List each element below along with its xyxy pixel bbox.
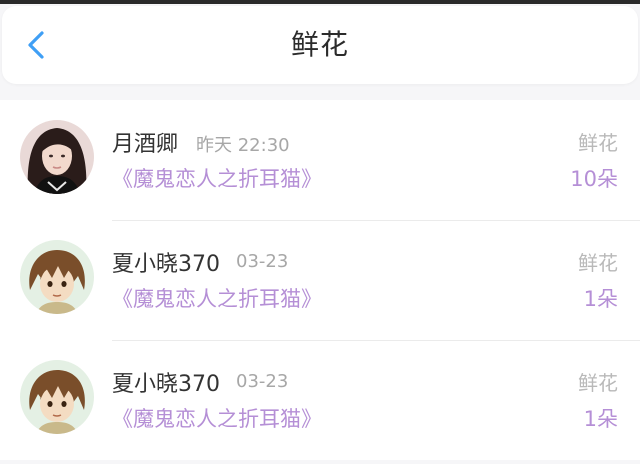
status-bar-edge (0, 0, 640, 4)
user-name[interactable]: 月酒卿 (112, 126, 178, 158)
gift-type-label: 鲜花 (578, 251, 618, 275)
list-item[interactable]: 夏小晓370 03-23 《魔鬼恋人之折耳猫》 鲜花 1朵 (0, 220, 640, 340)
list-item[interactable]: 夏小晓370 03-23 《魔鬼恋人之折耳猫》 鲜花 1朵 (0, 340, 640, 460)
user-avatar-anime-icon (20, 360, 94, 434)
page-title: 鲜花 (290, 28, 349, 61)
gift-count: 1朵 (583, 287, 618, 311)
timestamp: 昨天 22:30 (196, 135, 290, 156)
user-avatar-photo-icon (20, 120, 94, 194)
book-title-link[interactable]: 《魔鬼恋人之折耳猫》 (112, 163, 322, 193)
gift-type-label: 鲜花 (578, 371, 618, 395)
gift-count: 1朵 (583, 407, 618, 431)
timestamp: 03-23 (236, 371, 289, 392)
user-avatar[interactable] (20, 120, 94, 194)
book-title-link[interactable]: 《魔鬼恋人之折耳猫》 (112, 283, 322, 313)
user-avatar-anime-icon (20, 240, 94, 314)
user-avatar[interactable] (20, 360, 94, 434)
gift-type-label: 鲜花 (578, 131, 618, 155)
nav-header: 鲜花 (2, 6, 638, 84)
gift-count: 10朵 (570, 167, 618, 191)
user-avatar[interactable] (20, 240, 94, 314)
user-name[interactable]: 夏小晓370 (112, 366, 220, 398)
user-name[interactable]: 夏小晓370 (112, 246, 220, 278)
book-title-link[interactable]: 《魔鬼恋人之折耳猫》 (112, 403, 322, 433)
flower-gift-list: 月酒卿 昨天 22:30 《魔鬼恋人之折耳猫》 鲜花 10朵 夏小晓370 03… (0, 100, 640, 460)
timestamp: 03-23 (236, 251, 289, 272)
list-item[interactable]: 月酒卿 昨天 22:30 《魔鬼恋人之折耳猫》 鲜花 10朵 (0, 100, 640, 220)
